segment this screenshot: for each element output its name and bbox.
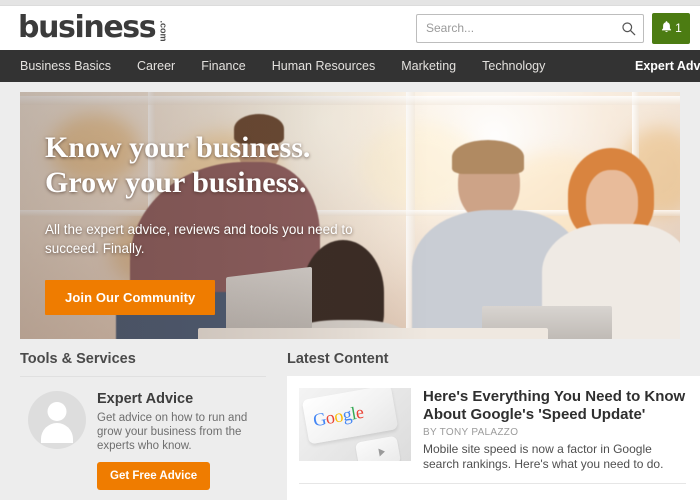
- latest-content-heading: Latest Content: [287, 351, 389, 367]
- article-thumbnail-google-key[interactable]: Google: [299, 388, 411, 461]
- notification-count: 1: [675, 21, 682, 35]
- tools-services-heading: Tools & Services: [20, 351, 136, 367]
- tool-card-title: Expert Advice: [97, 391, 194, 407]
- latest-content-card: Google Here's Everything You Need to Kno…: [287, 376, 700, 500]
- content-columns: Tools & Services Expert Advice Get advic…: [0, 339, 700, 500]
- hero-banner: Know your business. Grow your business. …: [20, 92, 680, 339]
- main-navigation: Business Basics Career Finance Human Res…: [0, 50, 700, 82]
- nav-item-marketing[interactable]: Marketing: [401, 59, 456, 73]
- nav-item-technology[interactable]: Technology: [482, 59, 545, 73]
- header-right-group: 1: [416, 12, 690, 44]
- hero-copy: Know your business. Grow your business. …: [45, 130, 405, 315]
- article-list-item[interactable]: Google Here's Everything You Need to Kno…: [299, 388, 686, 484]
- logo-wordmark: business: [18, 10, 157, 45]
- user-avatar-icon: [28, 391, 86, 449]
- search-box[interactable]: [416, 13, 644, 43]
- article-excerpt: Mobile site speed is now a factor in Goo…: [423, 442, 664, 471]
- nav-item-finance[interactable]: Finance: [201, 59, 245, 73]
- tool-card-description: Get advice on how to run and grow your b…: [97, 412, 248, 452]
- article-title[interactable]: Here's Everything You Need to Know About…: [423, 388, 686, 424]
- nav-item-expert-advice[interactable]: Expert Advi: [635, 59, 700, 73]
- join-our-community-button[interactable]: Join Our Community: [45, 280, 216, 315]
- hero-title-line1: Know your business.: [45, 131, 311, 164]
- article-byline: BY TONY PALAZZO: [423, 427, 519, 438]
- latest-content-column: Latest Content Google Here's Everything …: [266, 351, 700, 500]
- nav-item-human-resources[interactable]: Human Resources: [272, 59, 376, 73]
- page-root: business .com Search... 1 Business Basic…: [0, 0, 700, 500]
- nav-item-business-basics[interactable]: Business Basics: [20, 59, 111, 73]
- tools-services-column: Tools & Services Expert Advice Get advic…: [0, 351, 266, 500]
- get-free-advice-button[interactable]: Get Free Advice: [97, 462, 211, 490]
- avatar-head: [47, 402, 67, 421]
- arrow-icon: [378, 447, 386, 457]
- search-input[interactable]: [417, 14, 643, 42]
- nav-item-career[interactable]: Career: [137, 59, 175, 73]
- tool-card-info: Expert Advice Get advice on how to run a…: [97, 391, 266, 490]
- search-icon[interactable]: [620, 20, 636, 36]
- hero-title-line2: Grow your business.: [45, 166, 307, 199]
- bell-icon: [660, 20, 673, 37]
- hero-wrapper: Know your business. Grow your business. …: [0, 82, 700, 339]
- notifications-button[interactable]: 1: [652, 12, 690, 44]
- site-header: business .com Search... 1: [0, 6, 700, 50]
- tools-divider: [20, 376, 266, 377]
- article-body: Here's Everything You Need to Know About…: [423, 388, 686, 472]
- tool-card-expert-advice: Expert Advice Get advice on how to run a…: [20, 391, 266, 490]
- logo-tld: .com: [158, 20, 169, 42]
- nav-right-group: Expert Advi: [635, 50, 700, 82]
- hero-subtitle: All the expert advice, reviews and tools…: [45, 222, 353, 256]
- site-logo[interactable]: business .com: [18, 13, 174, 43]
- avatar-body: [41, 423, 73, 443]
